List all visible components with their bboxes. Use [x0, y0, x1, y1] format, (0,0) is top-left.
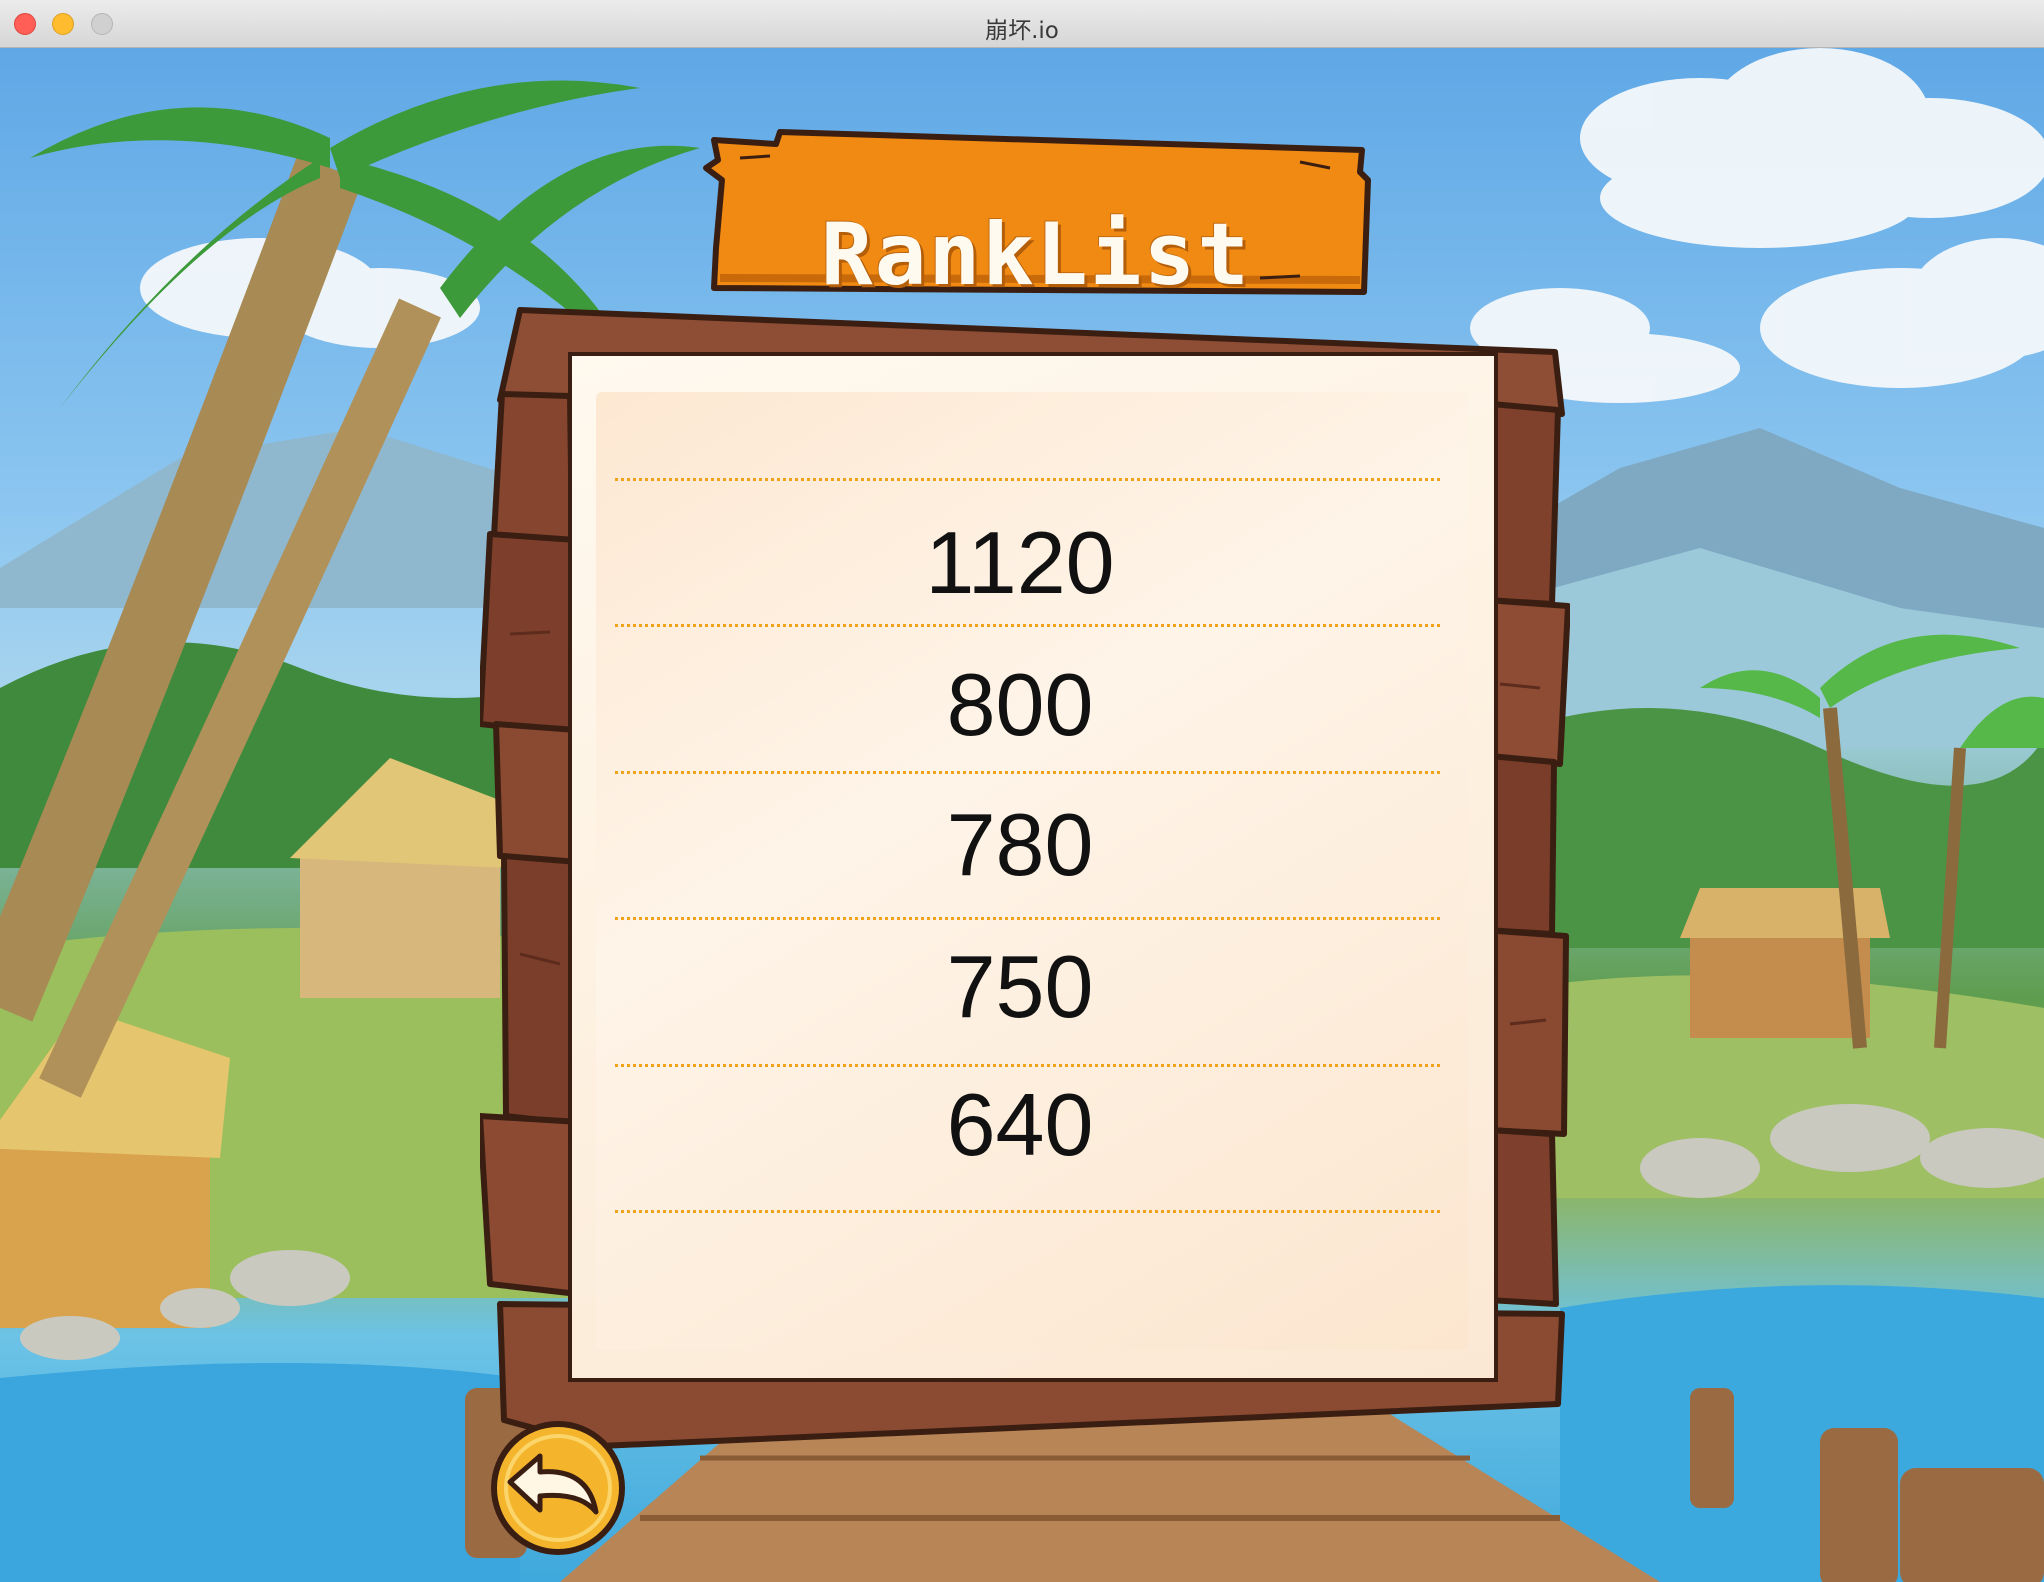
rank-score: 750: [946, 937, 1094, 1036]
back-arrow-icon: [491, 1421, 625, 1555]
rank-score: 640: [946, 1075, 1094, 1174]
rank-score: 780: [946, 795, 1094, 894]
ranklist-title: RankList: [820, 205, 1252, 305]
rank-divider: [615, 771, 1440, 774]
rank-score: 1120: [925, 513, 1115, 612]
window-titlebar: 崩坏.io: [0, 0, 2044, 48]
rank-divider: [615, 478, 1440, 481]
rank-divider: [615, 917, 1440, 920]
rank-divider: [615, 1064, 1440, 1067]
rank-divider: [615, 1210, 1440, 1213]
rank-divider: [615, 624, 1440, 627]
back-button[interactable]: [488, 1416, 628, 1556]
rank-score: 800: [946, 655, 1094, 754]
window-title: 崩坏.io: [985, 18, 1059, 44]
